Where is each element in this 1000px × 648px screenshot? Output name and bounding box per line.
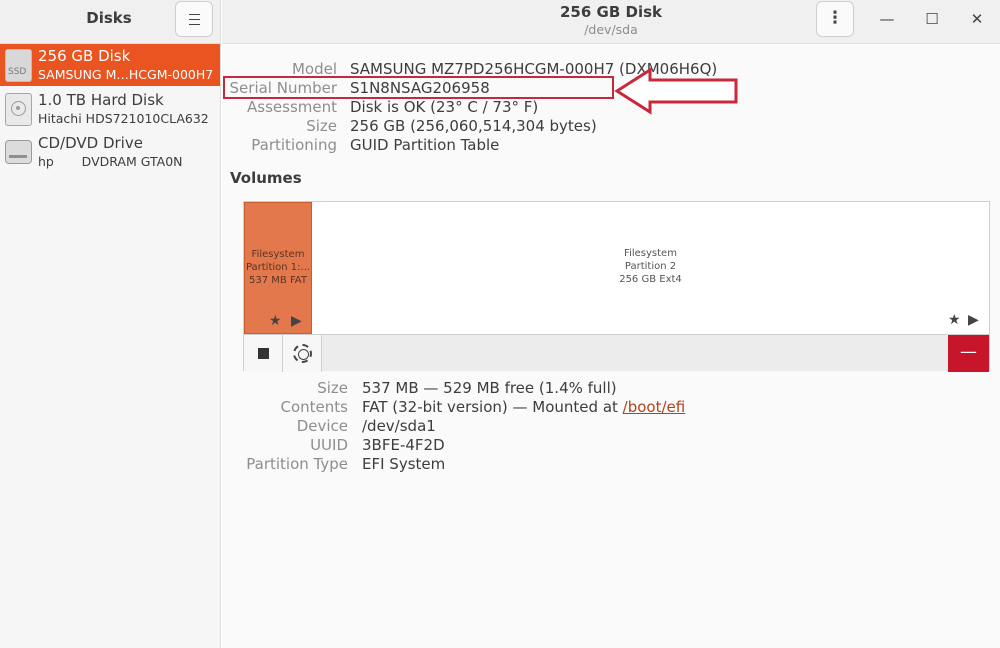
stop-icon: [258, 348, 269, 359]
partition-1-block[interactable]: Filesystem Partition 1:... 537 MB FAT ★ …: [244, 202, 312, 334]
partition-size-label: Size: [317, 379, 348, 397]
volume-map: Filesystem Partition 1:... 537 MB FAT ★ …: [243, 201, 990, 372]
header-bar: 256 GB Disk /dev/sda ⋮ — ☐ ✕: [222, 0, 1000, 44]
minus-icon: —: [960, 342, 977, 362]
hamburger-menu-icon: [189, 14, 200, 25]
disk-model: SAMSUNG M…HCGM-000H7: [38, 67, 214, 82]
disk-name: CD/DVD Drive: [38, 134, 143, 152]
close-button[interactable]: ✕: [966, 8, 988, 30]
partition-options-button[interactable]: [283, 335, 322, 372]
delete-partition-button[interactable]: —: [948, 335, 989, 372]
gear-icon: [293, 344, 312, 363]
unmount-button[interactable]: [244, 335, 283, 372]
size-value: 256 GB (256,060,514,304 bytes): [350, 117, 597, 135]
uuid-label: UUID: [310, 436, 348, 454]
sidebar: Disks SSD 256 GB Disk SAMSUNG M…HCGM-000…: [0, 0, 221, 648]
optical-drive-icon: [5, 140, 32, 164]
disk-item-1tb[interactable]: 1.0 TB Hard Disk Hitachi HDS721010CLA632: [0, 88, 220, 130]
disk-name: 1.0 TB Hard Disk: [38, 91, 164, 109]
hard-disk-icon: [5, 93, 32, 126]
partitioning-label: Partitioning: [251, 136, 337, 154]
volume-toolbar: —: [244, 334, 989, 372]
serial-number-highlight: [223, 76, 614, 99]
contents-value: FAT (32-bit version) — Mounted at /boot/…: [362, 398, 686, 416]
size-label: Size: [306, 117, 337, 135]
minimize-icon: —: [879, 10, 895, 28]
uuid-value: 3BFE-4F2D: [362, 436, 445, 454]
contents-label: Contents: [280, 398, 348, 416]
disk-item-cd-dvd[interactable]: CD/DVD Drive hp DVDRAM GTA0N: [0, 131, 220, 173]
minimize-button[interactable]: —: [876, 8, 898, 30]
disk-menu-button[interactable]: ⋮: [816, 1, 854, 37]
star-icon: ★: [269, 313, 282, 329]
partition-label: Filesystem Partition 1:... 537 MB FAT: [245, 249, 311, 286]
assessment-value: Disk is OK (23° C / 73° F): [350, 98, 539, 116]
ssd-icon: SSD: [5, 49, 32, 82]
disk-model: hp DVDRAM GTA0N: [38, 154, 183, 169]
partition-label: Filesystem Partition 2 256 GB Ext4: [619, 248, 682, 285]
disk-item-256gb[interactable]: SSD 256 GB Disk SAMSUNG M…HCGM-000H7: [0, 44, 220, 86]
maximize-button[interactable]: ☐: [921, 8, 943, 30]
annotation-arrow-icon: [614, 67, 738, 115]
volumes-heading: Volumes: [230, 169, 302, 187]
sidebar-header: Disks: [0, 0, 220, 44]
partitioning-value: GUID Partition Table: [350, 136, 500, 154]
partition-size-value: 537 MB — 529 MB free (1.4% full): [362, 379, 617, 397]
play-icon: ▶: [291, 313, 302, 329]
star-icon: ★: [948, 312, 961, 328]
mount-point-link[interactable]: /boot/efi: [623, 398, 686, 416]
device-label: Device: [296, 417, 348, 435]
close-icon: ✕: [970, 10, 984, 28]
disk-name: 256 GB Disk: [38, 47, 131, 65]
ssd-icon-label: SSD: [8, 67, 27, 77]
play-icon: ▶: [968, 312, 979, 328]
disk-model: Hitachi HDS721010CLA632: [38, 111, 209, 126]
kebab-menu-icon: ⋮: [826, 8, 844, 28]
partition-2-block[interactable]: Filesystem Partition 2 256 GB Ext4 ★ ▶: [312, 202, 989, 334]
disk-details-panel: Model SAMSUNG MZ7PD256HCGM-000H7 (DXM06H…: [222, 45, 1000, 648]
main-menu-button[interactable]: [175, 1, 213, 37]
partition-type-label: Partition Type: [246, 455, 348, 473]
assessment-label: Assessment: [247, 98, 337, 116]
maximize-icon: ☐: [925, 10, 939, 28]
device-value: /dev/sda1: [362, 417, 436, 435]
partition-type-value: EFI System: [362, 455, 446, 473]
